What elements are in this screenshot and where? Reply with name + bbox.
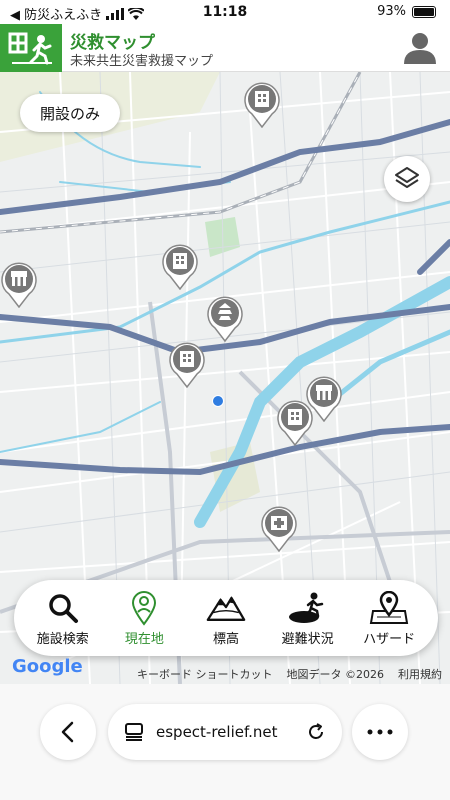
map-toolbar: 施設検索 現在地 標高 避難状況 ハザード <box>14 580 438 656</box>
hazard-map-icon <box>369 590 409 624</box>
location-pin-icon <box>132 590 157 626</box>
app-logo[interactable] <box>0 24 62 72</box>
building-icon <box>277 400 313 447</box>
temple-icon <box>207 296 243 343</box>
tool-hazard[interactable]: ハザード <box>351 590 427 647</box>
open-only-label: 開設のみ <box>40 104 101 123</box>
browser-toolbar: espect-relief.net <box>0 684 450 800</box>
url-text: espect-relief.net <box>156 723 278 741</box>
terms-link[interactable]: 利用規約 <box>398 666 442 682</box>
facility-pin-temple[interactable] <box>206 294 244 343</box>
search-icon <box>49 593 78 623</box>
current-location-dot <box>212 395 224 407</box>
open-only-filter-button[interactable]: 開設のみ <box>20 94 121 132</box>
layers-button[interactable] <box>384 156 430 202</box>
evacuee-icon <box>288 592 323 623</box>
tool-label: 標高 <box>212 631 239 647</box>
status-bar: ◀ 防災ふえふき 11:18 93% <box>0 0 450 24</box>
facility-pin-building[interactable] <box>243 80 281 129</box>
building-icon <box>169 342 205 389</box>
tool-current-location[interactable]: 現在地 <box>106 590 182 647</box>
more-button[interactable] <box>352 704 408 760</box>
more-icon <box>367 729 393 735</box>
address-bar[interactable]: espect-relief.net <box>108 704 342 760</box>
mountain-icon <box>206 595 246 621</box>
tool-label: 避難状況 <box>281 631 334 647</box>
battery-icon <box>412 5 436 18</box>
tool-label: 施設検索 <box>36 631 89 647</box>
back-button[interactable] <box>40 704 96 760</box>
shelter-icon <box>1 262 37 309</box>
app-header: 災救マップ 未来共生災害救援マップ <box>0 24 450 72</box>
user-icon[interactable] <box>402 30 438 66</box>
map-attribution: キーボード ショートカット 地図データ ©2026 利用規約 <box>137 666 442 682</box>
tool-elevation[interactable]: 標高 <box>188 590 264 647</box>
tool-facility-search[interactable]: 施設検索 <box>25 590 101 647</box>
hospital-icon <box>261 506 297 553</box>
tool-label: ハザード <box>363 631 416 647</box>
keyboard-shortcuts-link[interactable]: キーボード ショートカット <box>137 666 273 682</box>
app-subtitle: 未来共生災害救援マップ <box>70 54 214 69</box>
facility-pin-building[interactable] <box>168 340 206 389</box>
evacuation-logo-icon <box>8 32 52 65</box>
chevron-left-icon <box>61 721 74 743</box>
facility-pin-hospital[interactable] <box>260 504 298 553</box>
google-logo-text: Google <box>12 656 83 677</box>
tab-list-icon <box>125 723 143 741</box>
google-logo: Google <box>12 656 83 677</box>
building-icon <box>162 244 198 291</box>
building-icon <box>244 82 280 129</box>
battery-percent: 93% <box>377 4 406 19</box>
facility-pin-building[interactable] <box>161 242 199 291</box>
facility-pin-building[interactable] <box>276 398 314 447</box>
facility-pin-shelter[interactable] <box>0 260 38 309</box>
layers-icon <box>395 167 419 188</box>
map-data-label: 地図データ ©2026 <box>286 668 385 681</box>
tool-evacuation-status[interactable]: 避難状況 <box>270 590 346 647</box>
tool-label: 現在地 <box>124 631 164 647</box>
reload-icon[interactable] <box>306 722 326 742</box>
